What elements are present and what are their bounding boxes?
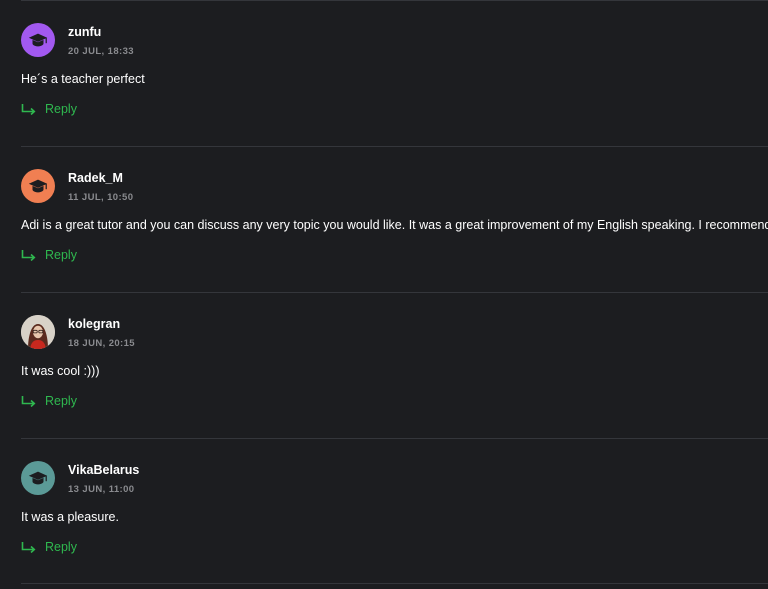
comment-username[interactable]: kolegran	[68, 317, 120, 331]
reply-label: Reply	[45, 248, 77, 262]
comment-username[interactable]: VikaBelarus	[68, 463, 139, 477]
divider	[21, 583, 768, 584]
avatar[interactable]	[21, 169, 55, 203]
comment-item: Radek_M 11 JUL, 10:50 Adi is a great tut…	[0, 146, 768, 292]
avatar[interactable]	[21, 461, 55, 495]
graduation-cap-icon	[28, 33, 48, 47]
comment-item: kolegran 18 JUN, 20:15 It was cool :))) …	[0, 292, 768, 438]
comment-text: Adi is a great tutor and you can discuss…	[21, 218, 768, 232]
comment-date: 18 JUN, 20:15	[68, 338, 135, 349]
comment-item: zunfu 20 JUL, 18:33 He´s a teacher perfe…	[0, 0, 768, 146]
reply-label: Reply	[45, 394, 77, 408]
reply-arrow-icon	[21, 396, 36, 407]
reply-arrow-icon	[21, 250, 36, 261]
reply-arrow-icon	[21, 104, 36, 115]
graduation-cap-icon	[28, 179, 48, 193]
graduation-cap-icon	[28, 471, 48, 485]
reply-label: Reply	[45, 102, 77, 116]
reply-button[interactable]: Reply	[21, 102, 77, 116]
avatar[interactable]	[21, 23, 55, 57]
comment-text: It was a pleasure.	[21, 510, 119, 524]
user-photo	[21, 315, 55, 349]
comment-date: 20 JUL, 18:33	[68, 46, 134, 57]
reply-button[interactable]: Reply	[21, 540, 77, 554]
comments-list: zunfu 20 JUL, 18:33 He´s a teacher perfe…	[0, 0, 768, 589]
reply-arrow-icon	[21, 542, 36, 553]
reply-label: Reply	[45, 540, 77, 554]
reply-button[interactable]: Reply	[21, 248, 77, 262]
comment-date: 13 JUN, 11:00	[68, 484, 135, 495]
comment-date: 11 JUL, 10:50	[68, 192, 134, 203]
comment-text: It was cool :)))	[21, 364, 100, 378]
comment-item: VikaBelarus 13 JUN, 11:00 It was a pleas…	[0, 438, 768, 584]
reply-button[interactable]: Reply	[21, 394, 77, 408]
comment-username[interactable]: zunfu	[68, 25, 101, 39]
comment-text: He´s a teacher perfect	[21, 72, 145, 86]
comment-username[interactable]: Radek_M	[68, 171, 123, 185]
avatar[interactable]	[21, 315, 55, 349]
